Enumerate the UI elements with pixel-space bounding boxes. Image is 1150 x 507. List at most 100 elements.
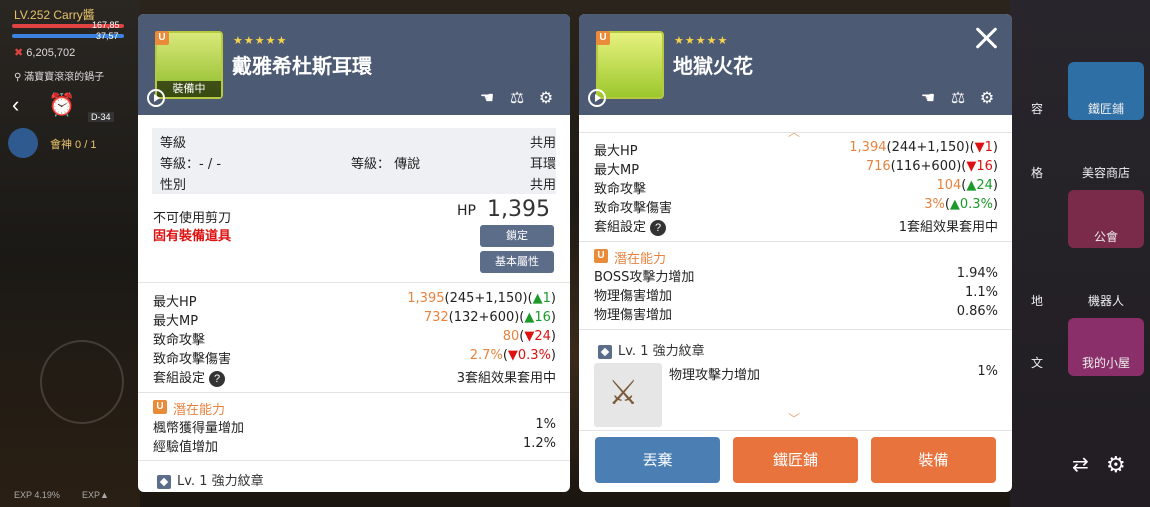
star-rating: ★★★★★ (233, 34, 288, 47)
meso-icon: ✖ (14, 47, 24, 59)
up-arrow-icon: ▲ (532, 291, 543, 306)
scroll-down-icon[interactable]: ﹀ (788, 410, 800, 427)
emblem-label: Lv. 1 強力紋章 (177, 474, 264, 489)
potential-name: 物理傷害增加 (594, 289, 673, 304)
divider (138, 282, 570, 283)
info-type: 耳環 (529, 157, 556, 172)
hp-text: 167,85 (92, 20, 120, 30)
hand-icon[interactable]: ☚ (477, 88, 497, 108)
set-row: 套組設定? (153, 367, 226, 387)
stat-name: 致命攻擊 (153, 333, 206, 348)
gear-badge-icon[interactable]: ⚙ (977, 88, 997, 108)
stat-delta: 1 (542, 291, 551, 306)
play-icon[interactable] (147, 89, 165, 107)
lock-button[interactable]: 鎖定 (480, 225, 554, 247)
right-hud: 鐵匠鋪 美容商店 公會 機器人 我的小屋 容 格 地 文 ⚙ ⇄ (1010, 0, 1150, 507)
potential-value: 1% (535, 417, 556, 432)
divider (138, 392, 570, 393)
stat-main: 1,394 (849, 140, 887, 155)
info-level-value: 共用 (529, 136, 556, 151)
hand-icon[interactable]: ☚ (918, 88, 938, 108)
swap-icon[interactable]: ⇄ (1072, 452, 1089, 477)
down-arrow-icon: ▼ (507, 348, 518, 363)
divider (579, 241, 1012, 242)
alarm-clock-icon[interactable]: ⏰ (48, 92, 75, 118)
potential-label: 潛在能力 (173, 403, 226, 418)
stat-value: 716(116+600)(▼16) (866, 159, 998, 174)
stat-name: 致命攻擊傷害 (594, 201, 673, 216)
unique-item-note: 固有裝備道具 (153, 229, 232, 244)
emblem-row: Lv. 1 強力紋章 (157, 470, 264, 489)
stat-value: 80(▼24) (503, 329, 556, 344)
set-label: 套組設定 (153, 371, 206, 386)
potential-value: 1.1% (964, 285, 998, 300)
stat-delta: 0.3% (517, 348, 551, 363)
stat-main: 80 (502, 329, 520, 344)
potential-name: 物理傷害增加 (594, 308, 673, 323)
stat-delta: 24 (976, 178, 993, 193)
discard-button[interactable]: 丟棄 (595, 437, 720, 483)
guild-icon[interactable] (8, 128, 38, 158)
potential-label: 潛在能力 (614, 252, 667, 267)
potential-name: BOSS攻擊力增加 (594, 270, 695, 285)
set-label: 套組設定 (594, 220, 647, 235)
stat-end: ) (992, 140, 998, 155)
down-arrow-icon: ▼ (974, 140, 985, 155)
settings-gear-icon[interactable]: ⚙ (1106, 452, 1126, 478)
stat-end: ) (992, 178, 998, 193)
sword-emblem-icon: ⚔ (594, 363, 662, 427)
mp-text: 37,57 (96, 31, 119, 41)
potential-badge: U (153, 400, 167, 414)
base-attr-button[interactable]: 基本屬性 (480, 251, 554, 273)
stat-delta: 16 (976, 159, 993, 174)
stat-end: ) (992, 197, 998, 212)
stat-rest: (244+1,150)( (886, 140, 975, 155)
play-icon[interactable] (588, 89, 606, 107)
stat-end: ) (992, 159, 998, 174)
scale-icon[interactable]: ⚖ (507, 88, 527, 108)
close-icon[interactable] (972, 24, 1000, 52)
down-arrow-icon: ▼ (524, 329, 535, 344)
no-scissors-note: 不可使用剪刀 (153, 211, 232, 226)
up-arrow-icon: ▲ (524, 310, 535, 325)
stat-name: 最大HP (153, 295, 197, 310)
hp-label: HP (457, 203, 476, 219)
potential-badge: U (594, 249, 608, 263)
stat-name: 最大HP (594, 144, 638, 159)
location-name: 滿寶寶滾滾的鍋子 (24, 72, 105, 83)
potential-name: 楓幣獲得量增加 (153, 421, 245, 436)
menu-house-label: 我的小屋 (1081, 356, 1130, 370)
hp-value: 1,395 (487, 197, 550, 222)
stat-value: 2.7%(▼0.3%) (470, 348, 556, 363)
diamond-icon (157, 474, 171, 489)
potential-value: 1.94% (956, 266, 998, 281)
help-question-icon[interactable]: ? (650, 219, 667, 236)
unique-badge: U (596, 31, 610, 45)
gear-badge-icon[interactable]: ⚙ (536, 88, 556, 108)
stat-delta: 16 (534, 310, 551, 325)
scale-icon[interactable]: ⚖ (948, 88, 968, 108)
back-arrow-icon[interactable]: ‹ (12, 92, 19, 118)
help-question-icon[interactable]: ? (209, 370, 226, 387)
down-arrow-icon: ▼ (966, 159, 977, 174)
divider (138, 460, 570, 461)
character-name: LV.252 Carry醬 (14, 8, 95, 22)
info-level-range: 等級：- / - (160, 157, 222, 172)
equip-button[interactable]: 裝備 (871, 437, 996, 483)
info-gender-label: 性別 (160, 178, 187, 193)
meso-amount: 6,205,702 (26, 47, 76, 59)
menu-partial-1: 容 (1030, 102, 1043, 116)
menu-partial-4: 文 (1030, 356, 1043, 370)
stat-end: ) (550, 310, 556, 325)
emblem-row: Lv. 1 強力紋章 (598, 340, 705, 359)
diamond-icon (598, 344, 612, 359)
stat-name: 致命攻擊 (594, 182, 647, 197)
info-gender-value: 共用 (529, 178, 556, 193)
menu-blacksmith-label: 鐵匠鋪 (1087, 102, 1124, 116)
stat-end: ) (550, 291, 556, 306)
potential-name: 經驗值增加 (153, 440, 219, 455)
stat-delta: 0.3% (959, 197, 993, 212)
stat-delta: 24 (534, 329, 551, 344)
blacksmith-button[interactable]: 鐵匠鋪 (733, 437, 858, 483)
joystick[interactable] (40, 340, 124, 424)
